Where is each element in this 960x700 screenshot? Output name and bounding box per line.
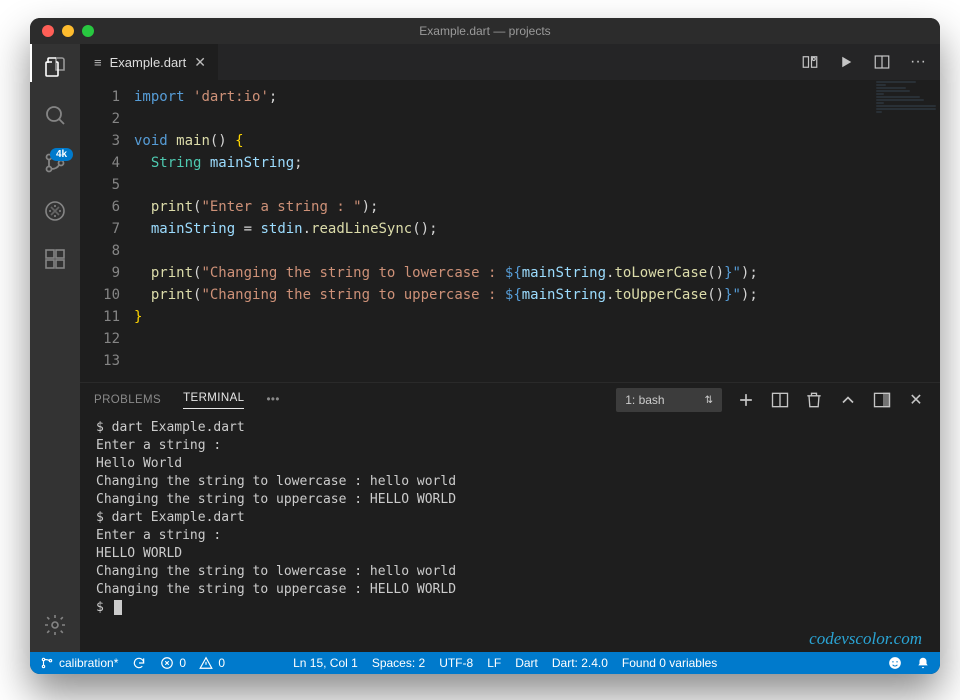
error-icon xyxy=(160,656,174,670)
tab-bar: ≡ Example.dart ✕ ··· xyxy=(80,44,940,80)
file-icon: ≡ xyxy=(94,55,102,70)
maximize-panel-icon[interactable] xyxy=(838,390,858,410)
editor-actions: ··· xyxy=(800,52,940,72)
panel-more-icon[interactable]: ••• xyxy=(266,394,279,406)
minimize-window-button[interactable] xyxy=(62,25,74,37)
warning-icon xyxy=(199,656,213,670)
title-bar: Example.dart — projects xyxy=(30,18,940,44)
problems-status[interactable]: 0 0 xyxy=(160,656,225,670)
sync-status[interactable] xyxy=(132,656,146,670)
git-branch-status[interactable]: calibration* xyxy=(40,656,118,670)
split-terminal-icon[interactable] xyxy=(770,390,790,410)
status-bar: calibration* 0 0 Ln 15, Col 1 Spaces: 2 … xyxy=(30,652,940,674)
more-actions-icon[interactable]: ··· xyxy=(908,52,928,72)
editor-body: 4k ≡ Example.dart ✕ xyxy=(30,44,940,652)
run-icon[interactable] xyxy=(836,52,856,72)
terminal-selector[interactable]: 1: bash ⇅ xyxy=(616,388,722,412)
window-title: Example.dart — projects xyxy=(30,24,940,38)
encoding-status[interactable]: UTF-8 xyxy=(439,656,473,670)
debug-icon[interactable] xyxy=(42,198,68,224)
source-control-icon[interactable]: 4k xyxy=(42,150,68,176)
close-tab-icon[interactable]: ✕ xyxy=(194,54,206,71)
code-editor[interactable]: 12345678910111213 import 'dart:io'; void… xyxy=(80,80,940,382)
new-terminal-icon[interactable] xyxy=(736,390,756,410)
terminal-cursor xyxy=(114,600,122,615)
variables-status[interactable]: Found 0 variables xyxy=(622,656,717,670)
minimap[interactable] xyxy=(870,80,940,382)
bottom-panel: PROBLEMS TERMINAL ••• 1: bash ⇅ ✕ xyxy=(80,382,940,652)
scm-badge: 4k xyxy=(50,148,73,161)
explorer-icon[interactable] xyxy=(42,54,68,80)
editor-tab[interactable]: ≡ Example.dart ✕ xyxy=(80,44,218,80)
line-numbers: 12345678910111213 xyxy=(80,80,134,382)
panel-tabs: PROBLEMS TERMINAL ••• 1: bash ⇅ ✕ xyxy=(80,383,940,417)
problems-tab[interactable]: PROBLEMS xyxy=(94,394,161,406)
split-editor-icon[interactable] xyxy=(872,52,892,72)
language-mode[interactable]: Dart xyxy=(515,656,538,670)
active-indicator xyxy=(30,44,32,82)
vscode-window: Example.dart — projects 4k xyxy=(30,18,940,674)
activity-bar: 4k xyxy=(30,44,80,652)
code-content[interactable]: import 'dart:io'; void main() { String m… xyxy=(134,80,870,382)
indentation-status[interactable]: Spaces: 2 xyxy=(372,656,425,670)
diff-icon[interactable] xyxy=(800,52,820,72)
panel-toggle-icon[interactable] xyxy=(872,390,892,410)
watermark-text: codevscolor.com xyxy=(809,630,922,648)
traffic-lights xyxy=(42,25,94,37)
chevron-updown-icon: ⇅ xyxy=(705,395,713,406)
eol-status[interactable]: LF xyxy=(487,656,501,670)
cursor-position[interactable]: Ln 15, Col 1 xyxy=(293,656,358,670)
notifications-icon[interactable] xyxy=(916,656,930,670)
dart-version[interactable]: Dart: 2.4.0 xyxy=(552,656,608,670)
feedback-icon[interactable] xyxy=(888,656,902,670)
extensions-icon[interactable] xyxy=(42,246,68,272)
main-area: ≡ Example.dart ✕ ··· 12345678910111213 i… xyxy=(80,44,940,652)
maximize-window-button[interactable] xyxy=(82,25,94,37)
tab-filename: Example.dart xyxy=(110,55,187,70)
terminal-output[interactable]: $ dart Example.dart Enter a string : Hel… xyxy=(80,417,940,652)
kill-terminal-icon[interactable] xyxy=(804,390,824,410)
branch-icon xyxy=(40,656,54,670)
close-window-button[interactable] xyxy=(42,25,54,37)
close-panel-icon[interactable]: ✕ xyxy=(906,390,926,410)
sync-icon xyxy=(132,656,146,670)
search-icon[interactable] xyxy=(42,102,68,128)
settings-gear-icon[interactable] xyxy=(42,612,68,638)
terminal-tab[interactable]: TERMINAL xyxy=(183,392,244,409)
